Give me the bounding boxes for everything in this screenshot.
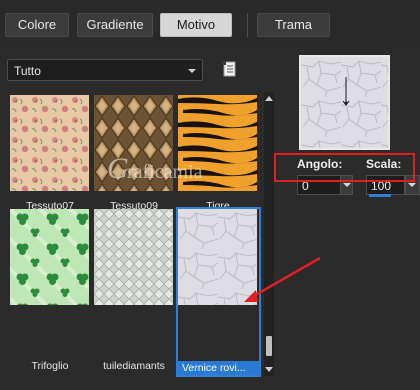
pattern-label-selected: Vernice rovi...	[178, 361, 259, 375]
scale-label: Scala:	[366, 157, 402, 171]
tiger-stripe-pattern-icon	[178, 95, 257, 191]
tab-colore[interactable]: Colore	[5, 13, 69, 37]
diamond-tile-pattern-icon	[94, 209, 173, 305]
chevron-down-icon	[188, 69, 196, 73]
angle-label: Angolo:	[297, 157, 343, 171]
angle-stepper[interactable]	[340, 176, 352, 194]
tab-divider	[247, 13, 248, 37]
chevron-down-icon	[343, 183, 351, 187]
diamond-fabric-pattern-icon	[94, 95, 173, 191]
pattern-label: Trifoglio	[31, 360, 69, 372]
clover-pattern-icon	[10, 209, 89, 305]
tab-bar: Colore Gradiente Motivo Trama	[0, 0, 420, 46]
scale-slider[interactable]	[369, 194, 391, 197]
scale-input[interactable]: 100	[366, 175, 405, 195]
scale-stepper-button[interactable]	[406, 176, 419, 194]
pattern-tile-tuilediamants[interactable]	[94, 209, 173, 305]
scroll-up-arrow-icon[interactable]	[265, 96, 273, 101]
scale-stepper[interactable]	[405, 175, 420, 195]
scale-value: 100	[371, 179, 392, 193]
selected-pattern-highlight	[176, 207, 261, 377]
pattern-tile-tigre[interactable]	[178, 95, 257, 191]
pattern-preview[interactable]	[299, 55, 390, 150]
pattern-tile-tessuto07[interactable]	[10, 95, 89, 191]
tab-trama[interactable]: Trama	[257, 13, 330, 37]
cracked-paint-preview-icon	[301, 57, 388, 148]
pattern-tile-trifoglio[interactable]	[10, 209, 89, 305]
angle-value: 0	[302, 179, 309, 193]
scrollbar-thumb[interactable]	[266, 336, 272, 356]
angle-input[interactable]: 0	[297, 175, 353, 195]
pattern-label: tuilediamants	[103, 360, 165, 372]
scroll-down-arrow-icon[interactable]	[265, 367, 273, 372]
category-dropdown[interactable]: Tutto	[7, 59, 203, 81]
chevron-down-icon	[408, 183, 416, 187]
red-arrow-line	[251, 256, 321, 299]
pattern-library-icon[interactable]	[220, 60, 238, 78]
floral-fabric-pattern-icon	[10, 95, 89, 191]
pattern-scrollbar[interactable]	[264, 92, 274, 376]
tab-motivo[interactable]: Motivo	[160, 13, 232, 37]
pattern-tile-tessuto09[interactable]	[94, 95, 173, 191]
tab-gradiente[interactable]: Gradiente	[77, 13, 153, 37]
category-dropdown-value: Tutto	[14, 64, 41, 78]
